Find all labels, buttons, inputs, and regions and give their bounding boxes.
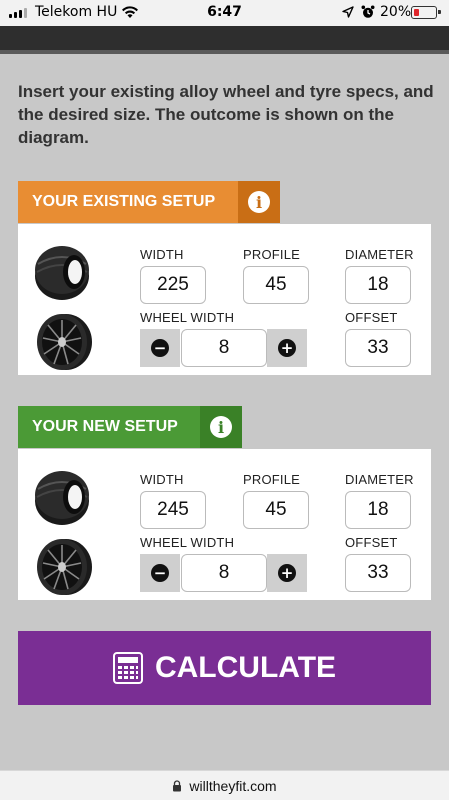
info-icon: i (248, 191, 270, 213)
existing-diameter-field[interactable]: 18 (345, 266, 411, 304)
site-header-strip (0, 26, 449, 54)
minus-icon: − (151, 564, 169, 582)
existing-setup-title: YOUR EXISTING SETUP (18, 181, 238, 223)
new-setup-title: YOUR NEW SETUP (18, 406, 200, 448)
lock-icon (173, 779, 182, 791)
tyre-icon (35, 471, 89, 525)
location-arrow-icon (342, 6, 354, 18)
offset-label: OFFSET (345, 535, 398, 550)
existing-setup-panel: WIDTH PROFILE DIAMETER 225 45 18 WHEEL W… (18, 224, 431, 375)
battery-percentage: 20% (380, 4, 412, 20)
alloy-wheel-icon (37, 314, 92, 370)
intro-text: Insert your existing alloy wheel and tyr… (18, 82, 434, 147)
new-offset-field[interactable]: 33 (345, 554, 411, 592)
new-info-button[interactable]: i (200, 406, 242, 448)
existing-profile-field[interactable]: 45 (243, 266, 309, 304)
existing-offset-field[interactable]: 33 (345, 329, 411, 367)
status-bar: Telekom HU 6:47 20% (0, 0, 449, 26)
minus-icon: − (151, 339, 169, 357)
existing-wheel-width-field[interactable]: 8 (181, 329, 267, 367)
width-label: WIDTH (140, 247, 184, 262)
new-diameter-field[interactable]: 18 (345, 491, 411, 529)
existing-info-button[interactable]: i (238, 181, 280, 223)
calculate-button[interactable]: CALCULATE (18, 631, 431, 705)
new-wheel-width-increase-button[interactable]: + (267, 554, 307, 592)
profile-label: PROFILE (243, 247, 301, 262)
battery-icon (411, 6, 441, 19)
new-setup-panel: WIDTH PROFILE DIAMETER 245 45 18 WHEEL W… (18, 449, 431, 600)
wheel-width-label: WHEEL WIDTH (140, 535, 235, 550)
url-text: willtheyfit.com (189, 777, 277, 794)
tyre-icon (35, 246, 89, 300)
existing-wheel-width-decrease-button[interactable]: − (140, 329, 180, 367)
alloy-wheel-icon (37, 539, 92, 595)
offset-label: OFFSET (345, 310, 398, 325)
new-profile-field[interactable]: 45 (243, 491, 309, 529)
existing-width-field[interactable]: 225 (140, 266, 206, 304)
plus-icon: + (278, 564, 296, 582)
existing-wheel-width-increase-button[interactable]: + (267, 329, 307, 367)
profile-label: PROFILE (243, 472, 301, 487)
new-setup-header: YOUR NEW SETUP i (18, 406, 242, 448)
diameter-label: DIAMETER (345, 247, 414, 262)
wheel-width-label: WHEEL WIDTH (140, 310, 235, 325)
calculator-icon (112, 652, 143, 684)
width-label: WIDTH (140, 472, 184, 487)
diameter-label: DIAMETER (345, 472, 414, 487)
alarm-icon (361, 5, 375, 18)
new-wheel-width-field[interactable]: 8 (181, 554, 267, 592)
new-wheel-width-decrease-button[interactable]: − (140, 554, 180, 592)
new-width-field[interactable]: 245 (140, 491, 206, 529)
info-icon: i (210, 416, 232, 438)
existing-setup-header: YOUR EXISTING SETUP i (18, 181, 280, 223)
browser-url-bar[interactable]: willtheyfit.com (0, 770, 449, 800)
calculate-label: CALCULATE (154, 651, 337, 684)
plus-icon: + (278, 339, 296, 357)
